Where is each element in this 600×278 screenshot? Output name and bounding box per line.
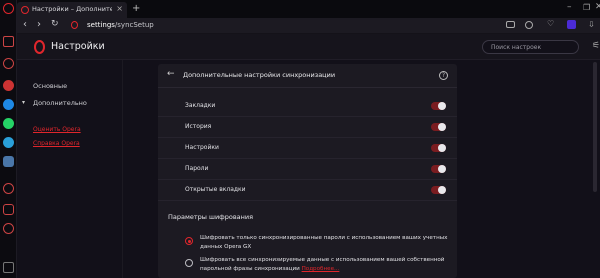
encrypt-passwords-radio[interactable]	[185, 237, 193, 245]
camera-icon[interactable]	[506, 21, 515, 28]
url-host: settings	[87, 21, 115, 29]
browser-sidebar	[0, 0, 17, 278]
help-icon[interactable]: ?	[439, 71, 448, 80]
opera-address-icon	[71, 21, 78, 29]
sync-row-open-tabs: Открытые вкладки	[158, 180, 457, 201]
passwords-toggle[interactable]	[431, 165, 446, 173]
tab-bar: Настройки – Дополнител × + – ❐ ✕	[17, 0, 600, 18]
gx-corner-icon[interactable]	[3, 80, 14, 91]
settings-header: Настройки ⚟	[17, 34, 600, 60]
search-input[interactable]	[491, 42, 576, 53]
panel-header: ← Дополнительные настройки синхронизации…	[158, 64, 457, 88]
heart-icon[interactable]: ♡	[547, 19, 554, 28]
url-field[interactable]: settings/syncSetup	[87, 21, 154, 29]
encrypt-all-label: Шифровать все синхронизируемые данные с …	[200, 256, 450, 274]
encrypt-all-radio[interactable]	[185, 259, 193, 267]
vpn-extension-icon[interactable]	[567, 20, 576, 29]
bookmarks-toggle[interactable]	[431, 102, 446, 110]
sync-row-history: История	[158, 117, 457, 138]
forward-icon[interactable]: ›	[37, 19, 41, 30]
open-tabs-toggle[interactable]	[431, 186, 446, 194]
chevron-down-icon: ▾	[22, 99, 26, 106]
download-icon[interactable]: ⇩	[588, 20, 595, 29]
reload-icon[interactable]: ↻	[51, 19, 59, 29]
panel-title: Дополнительные настройки синхронизации	[183, 71, 336, 79]
encryption-title: Параметры шифрования	[168, 213, 254, 221]
sync-row-label: История	[185, 123, 212, 130]
scrollbar[interactable]	[593, 62, 597, 262]
sync-row-label: Открытые вкладки	[185, 186, 246, 193]
close-tab-icon[interactable]: ×	[116, 4, 123, 13]
address-bar: ‹ › ↻ settings/syncSetup ♡ ⇩ ≡	[17, 18, 600, 34]
sliders-icon[interactable]: ⚟	[592, 41, 600, 51]
encrypt-passwords-label: Шифровать только синхронизированные паро…	[200, 235, 448, 250]
sync-row-bookmarks: Закладки	[158, 96, 457, 117]
learn-more-link[interactable]: Подробнее...	[302, 266, 340, 272]
whatsapp-icon[interactable]	[3, 118, 14, 129]
search-box[interactable]	[482, 40, 579, 54]
opera-favicon-icon	[21, 6, 29, 14]
tab-settings[interactable]: Настройки – Дополнител ×	[17, 2, 127, 18]
page-title: Настройки	[51, 41, 105, 52]
minimize-icon[interactable]: –	[567, 2, 572, 12]
back-arrow-icon[interactable]: ←	[167, 69, 175, 79]
close-window-icon[interactable]: ✕	[595, 2, 600, 12]
vk-icon[interactable]	[3, 156, 14, 167]
new-tab-button[interactable]: +	[132, 3, 140, 14]
telegram-icon[interactable]	[3, 137, 14, 148]
history-icon[interactable]	[3, 183, 14, 194]
tab-title: Настройки – Дополнител	[32, 5, 112, 13]
settings-icon[interactable]	[3, 223, 14, 234]
opera-logo-icon	[34, 40, 45, 54]
back-icon[interactable]: ‹	[23, 19, 27, 30]
scrollbar-thumb[interactable]	[593, 62, 597, 192]
sync-row-label: Пароли	[185, 165, 209, 172]
sync-settings-panel: ← Дополнительные настройки синхронизации…	[158, 64, 457, 278]
history-toggle[interactable]	[431, 123, 446, 131]
nav-basic[interactable]: Основные	[33, 82, 67, 90]
rate-opera-link[interactable]: Оценить Opera	[33, 126, 81, 133]
messenger-icon[interactable]	[3, 99, 14, 110]
opera-gx-icon[interactable]	[3, 3, 14, 14]
url-path: /syncSetup	[114, 21, 154, 29]
more-icon[interactable]	[3, 262, 14, 273]
browser-window: Настройки – Дополнител × + – ❐ ✕ ‹ › ↻ s…	[0, 0, 600, 278]
maximize-icon[interactable]: ❐	[583, 3, 590, 12]
extensions-icon[interactable]	[3, 204, 14, 215]
sync-row-settings: Настройки	[158, 138, 457, 159]
gx-control-icon[interactable]	[3, 58, 14, 69]
settings-nav: Основные ▾ Дополнительно Оценить Opera С…	[17, 60, 123, 278]
sync-row-passwords: Пароли	[158, 159, 457, 180]
speed-dial-icon[interactable]	[3, 36, 14, 47]
sync-row-label: Закладки	[185, 102, 216, 109]
settings-toggle[interactable]	[431, 144, 446, 152]
cube-icon[interactable]	[525, 21, 533, 29]
help-opera-link[interactable]: Справка Opera	[33, 140, 80, 147]
nav-advanced[interactable]: Дополнительно	[33, 99, 87, 107]
sync-row-label: Настройки	[185, 144, 219, 151]
